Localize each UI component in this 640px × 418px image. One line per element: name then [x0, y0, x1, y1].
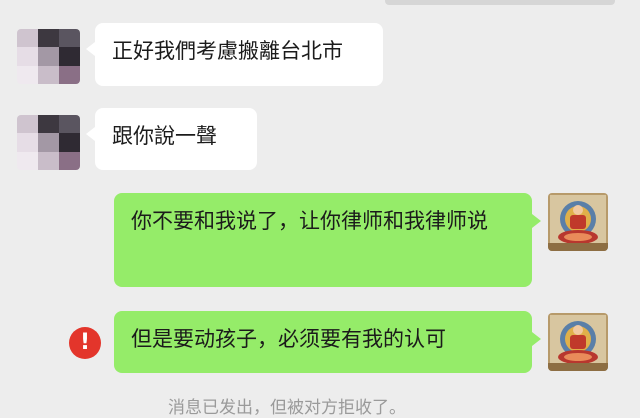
- user-avatar[interactable]: [548, 193, 608, 251]
- send-failed-icon[interactable]: !: [69, 327, 101, 359]
- thangka-avatar-icon: [548, 193, 608, 251]
- thangka-avatar-icon: [548, 313, 608, 371]
- message-bubble-outgoing[interactable]: 但是要动孩子，必须要有我的认可: [114, 311, 541, 373]
- system-notice: 消息已发出，但被对方拒收了。: [168, 398, 406, 418]
- message-text: 正好我們考慮搬離台北市: [112, 39, 343, 63]
- contact-avatar[interactable]: [17, 29, 80, 84]
- message-text: 你不要和我说了，让你律师和我律师说: [131, 209, 488, 233]
- message-bubble-incoming[interactable]: 跟你說一聲: [86, 108, 257, 170]
- message-text: 跟你說一聲: [112, 124, 217, 148]
- previous-message-edge: [385, 0, 615, 5]
- message-text: 但是要动孩子，必须要有我的认可: [131, 327, 446, 351]
- message-bubble-outgoing[interactable]: 你不要和我说了，让你律师和我律师说: [114, 193, 541, 287]
- contact-avatar[interactable]: [17, 115, 80, 170]
- message-bubble-incoming[interactable]: 正好我們考慮搬離台北市: [86, 23, 383, 86]
- user-avatar[interactable]: [548, 313, 608, 371]
